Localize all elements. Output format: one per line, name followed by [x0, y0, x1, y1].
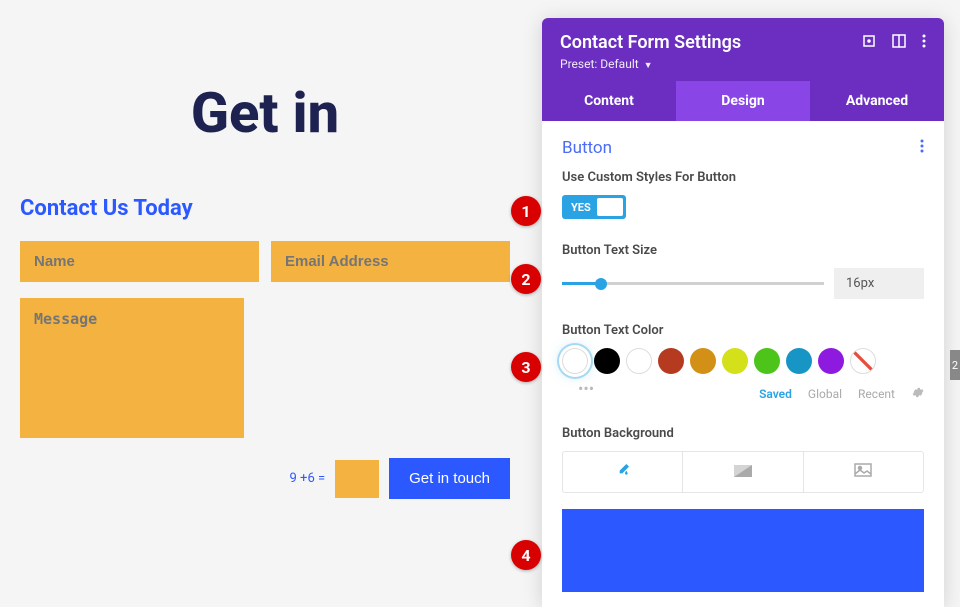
text-size-value[interactable]: 16px	[834, 268, 924, 299]
page-title: Get in	[20, 80, 510, 146]
submit-button[interactable]: Get in touch	[389, 458, 510, 499]
preset-selector[interactable]: Preset: Default ▼	[560, 57, 926, 71]
color-swatches	[562, 348, 924, 374]
bg-label: Button Background	[562, 426, 924, 441]
color-swatch-selected[interactable]	[562, 348, 588, 374]
side-tag: 2	[950, 350, 960, 380]
color-swatch-white[interactable]	[626, 348, 652, 374]
message-field[interactable]	[20, 298, 244, 438]
bg-tab-color[interactable]	[563, 452, 683, 492]
palette-tab-saved[interactable]: Saved	[759, 387, 792, 401]
captcha-input[interactable]	[335, 460, 379, 498]
toggle-knob	[597, 198, 623, 216]
captcha-label: 9 +6 =	[290, 471, 326, 486]
tab-design[interactable]: Design	[676, 81, 810, 121]
slider-thumb[interactable]	[595, 278, 607, 290]
bg-tab-image[interactable]	[804, 452, 923, 492]
color-swatch-purple[interactable]	[818, 348, 844, 374]
annotation-marker-3: 3	[511, 352, 541, 382]
color-swatch-lime[interactable]	[722, 348, 748, 374]
tab-content[interactable]: Content	[542, 81, 676, 121]
annotation-marker-2: 2	[511, 264, 541, 294]
caret-down-icon: ▼	[644, 61, 653, 71]
email-field[interactable]	[271, 241, 510, 282]
toggle-yes-text: YES	[565, 201, 597, 214]
color-swatch-rust[interactable]	[658, 348, 684, 374]
form-subtitle: Contact Us Today	[20, 196, 510, 221]
text-size-label: Button Text Size	[562, 243, 924, 258]
tab-advanced[interactable]: Advanced	[810, 81, 944, 121]
panel-header: Contact Form Settings Preset: Default ▼	[542, 18, 944, 81]
palette-tab-global[interactable]: Global	[808, 387, 842, 401]
bg-color-preview[interactable]	[562, 509, 924, 592]
more-icon[interactable]	[922, 33, 926, 52]
color-swatch-teal[interactable]	[786, 348, 812, 374]
panel-title: Contact Form Settings	[560, 32, 741, 53]
use-custom-label: Use Custom Styles For Button	[562, 170, 924, 185]
palette-tab-recent[interactable]: Recent	[858, 387, 895, 401]
more-colors-icon[interactable]: •••	[562, 375, 610, 402]
color-swatch-green[interactable]	[754, 348, 780, 374]
bg-type-tabs	[562, 451, 924, 493]
settings-panel: Contact Form Settings Preset: Default ▼ …	[542, 18, 944, 607]
color-swatch-black[interactable]	[594, 348, 620, 374]
section-menu-icon[interactable]	[920, 137, 924, 158]
section-title: Button	[562, 138, 612, 158]
bg-tab-gradient[interactable]	[683, 452, 803, 492]
text-color-label: Button Text Color	[562, 323, 924, 338]
color-swatch-none[interactable]	[850, 348, 876, 374]
name-field[interactable]	[20, 241, 259, 282]
form-preview-area: Get in Contact Us Today 9 +6 = Get in to…	[0, 0, 530, 607]
palette-settings-icon[interactable]	[911, 386, 924, 402]
annotation-marker-1: 1	[511, 196, 541, 226]
expand-icon[interactable]	[862, 33, 876, 52]
annotation-marker-4: 4	[511, 540, 541, 570]
panel-tabs: Content Design Advanced	[542, 81, 944, 121]
text-size-slider[interactable]	[562, 282, 824, 285]
layout-icon[interactable]	[892, 33, 906, 52]
color-swatch-amber[interactable]	[690, 348, 716, 374]
use-custom-toggle[interactable]: YES	[562, 195, 626, 219]
